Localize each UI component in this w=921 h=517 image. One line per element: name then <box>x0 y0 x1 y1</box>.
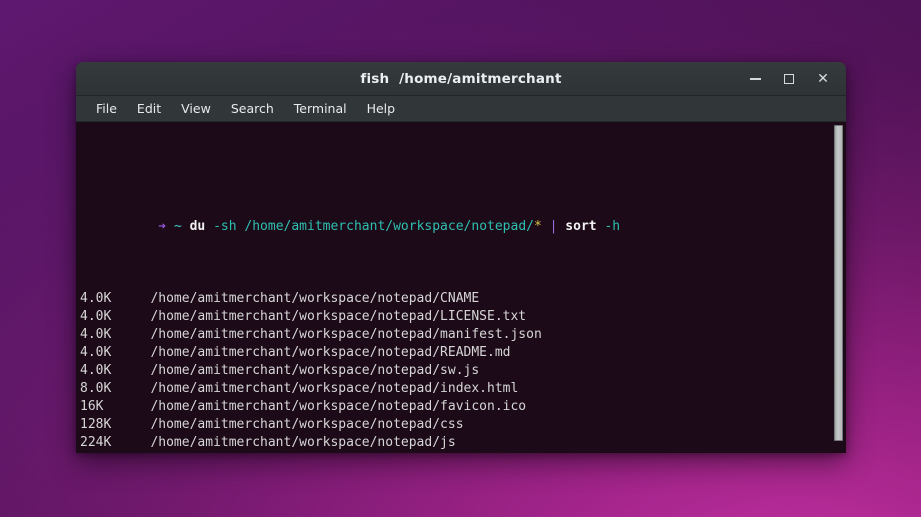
output-size: 224K <box>80 435 112 450</box>
prompt-cwd: ~ <box>173 219 182 234</box>
output-size: 4.0K <box>80 291 112 306</box>
terminal-window: fish /home/amitmerchant ✕ File Edit View… <box>76 62 846 453</box>
prompt-arrow-icon: ➔ <box>158 219 167 234</box>
terminal-output-row: 4.0K /home/amitmerchant/workspace/notepa… <box>80 344 832 362</box>
second-command-name: sort <box>565 219 597 234</box>
command-name: du <box>189 219 206 234</box>
terminal-output-row: 4.0K /home/amitmerchant/workspace/notepa… <box>80 308 832 326</box>
terminal-output-row: 4.0K /home/amitmerchant/workspace/notepa… <box>80 290 832 308</box>
command-path: /home/amitmerchant/workspace/notepad/ <box>244 219 534 234</box>
output-path: /home/amitmerchant/workspace/notepad/CNA… <box>150 291 480 306</box>
terminal-output-row: 8.0K /home/amitmerchant/workspace/notepa… <box>80 380 832 398</box>
close-icon: ✕ <box>817 71 829 87</box>
output-path: /home/amitmerchant/workspace/notepad/ind… <box>150 381 519 396</box>
window-titlebar[interactable]: fish /home/amitmerchant ✕ <box>76 62 846 96</box>
menu-item-search[interactable]: Search <box>221 98 284 119</box>
terminal-scrollbar[interactable] <box>832 122 846 453</box>
menu-item-file[interactable]: File <box>86 98 127 119</box>
scrollbar-thumb[interactable] <box>834 125 843 441</box>
terminal-output-row: 16K /home/amitmerchant/workspace/notepad… <box>80 398 832 416</box>
output-path: /home/amitmerchant/workspace/notepad/css <box>150 417 464 432</box>
output-size: 4.0K <box>80 327 112 342</box>
output-path: /home/amitmerchant/workspace/notepad/fav… <box>150 399 527 414</box>
terminal-output-row: 4.0K /home/amitmerchant/workspace/notepa… <box>80 326 832 344</box>
menu-item-terminal[interactable]: Terminal <box>284 98 357 119</box>
terminal-output-row: 224K /home/amitmerchant/workspace/notepa… <box>80 434 832 452</box>
menu-item-view[interactable]: View <box>171 98 221 119</box>
command-flags: -sh <box>213 219 237 234</box>
output-path: /home/amitmerchant/workspace/notepad/js <box>150 435 456 450</box>
output-path: /home/amitmerchant/workspace/notepad/REA… <box>150 345 511 360</box>
second-command-flags: -h <box>604 219 621 234</box>
output-size: 4.0K <box>80 345 112 360</box>
output-size: 128K <box>80 417 112 432</box>
maximize-icon <box>784 74 794 84</box>
menubar: File Edit View Search Terminal Help <box>76 96 846 122</box>
minimize-icon <box>749 78 761 80</box>
terminal-output-row: 356K /home/amitmerchant/workspace/notepa… <box>80 452 832 453</box>
close-button[interactable]: ✕ <box>806 62 840 96</box>
maximize-button[interactable] <box>772 62 806 96</box>
output-size: 4.0K <box>80 363 112 378</box>
minimize-button[interactable] <box>738 62 772 96</box>
terminal-output: 4.0K /home/amitmerchant/workspace/notepa… <box>80 290 832 453</box>
output-path: /home/amitmerchant/workspace/notepad/LIC… <box>150 309 527 324</box>
terminal-body[interactable]: ➔ ~ du -sh /home/amitmerchant/workspace/… <box>76 122 846 453</box>
terminal-command-line: ➔ ~ du -sh /home/amitmerchant/workspace/… <box>80 200 832 234</box>
terminal-screen[interactable]: ➔ ~ du -sh /home/amitmerchant/workspace/… <box>76 122 832 453</box>
output-path: /home/amitmerchant/workspace/notepad/man… <box>150 327 542 342</box>
output-path: /home/amitmerchant/workspace/notepad/sw.… <box>150 363 480 378</box>
output-size: 8.0K <box>80 381 112 396</box>
output-size: 16K <box>80 399 104 414</box>
command-glob: * <box>533 219 542 234</box>
terminal-output-row: 128K /home/amitmerchant/workspace/notepa… <box>80 416 832 434</box>
output-size: 4.0K <box>80 309 112 324</box>
window-controls: ✕ <box>738 62 840 96</box>
terminal-output-row: 4.0K /home/amitmerchant/workspace/notepa… <box>80 362 832 380</box>
desktop-wallpaper: fish /home/amitmerchant ✕ File Edit View… <box>0 0 921 517</box>
window-title: fish /home/amitmerchant <box>360 70 562 87</box>
menu-item-help[interactable]: Help <box>357 98 406 119</box>
menu-item-edit[interactable]: Edit <box>127 98 171 119</box>
